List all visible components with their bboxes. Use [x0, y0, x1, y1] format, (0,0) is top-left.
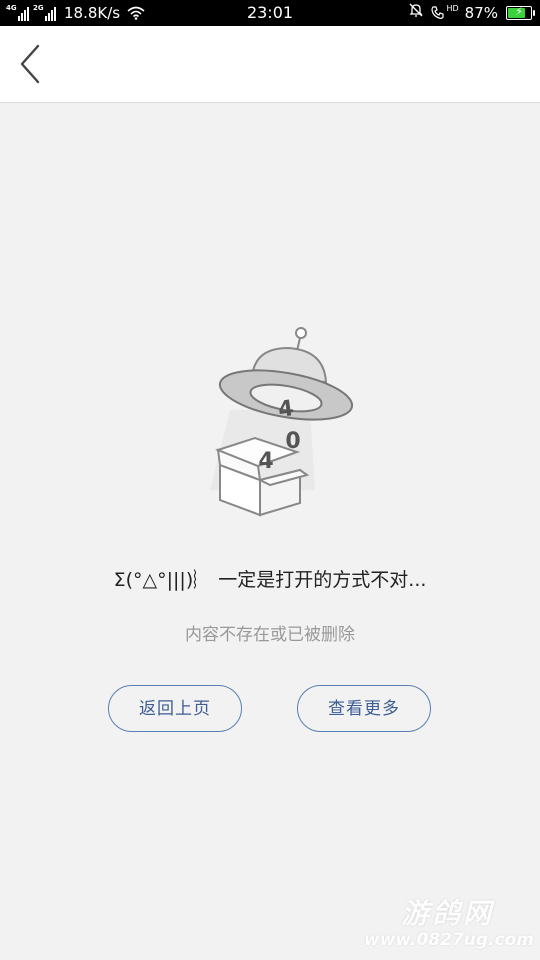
chevron-left-icon: [20, 44, 40, 84]
call-hd-icon: HD: [430, 4, 459, 21]
box-digit: 4: [258, 449, 273, 474]
go-back-button[interactable]: 返回上页: [108, 685, 242, 732]
error-subtitle: 内容不存在或已被删除: [185, 625, 355, 645]
charging-icon: ⚡: [515, 5, 523, 18]
view-more-button[interactable]: 查看更多: [297, 685, 431, 732]
alarm-off-icon: [408, 0, 424, 26]
back-button[interactable]: [8, 36, 52, 92]
watermark-url: www.0827ug.com: [364, 930, 534, 950]
status-bar: 4G 2G 18.8K/s 23:01 HD 87% ⚡: [0, 0, 540, 26]
battery-percent: 87%: [464, 4, 498, 22]
hd-label: HD: [446, 4, 459, 13]
site-watermark: 游鸽网 www.0827ug.com: [354, 898, 534, 958]
error-title: Σ(°△°|||)︴ 一定是打开的方式不对...: [113, 569, 427, 591]
ufo-antenna-tip: [295, 327, 307, 339]
battery-icon: ⚡: [506, 5, 535, 20]
watermark-title: 游鸽网: [400, 897, 494, 930]
not-found-illustration: 4 0 4: [210, 327, 354, 517]
status-right: HD 87% ⚡: [408, 0, 535, 26]
app-header: [0, 26, 540, 103]
